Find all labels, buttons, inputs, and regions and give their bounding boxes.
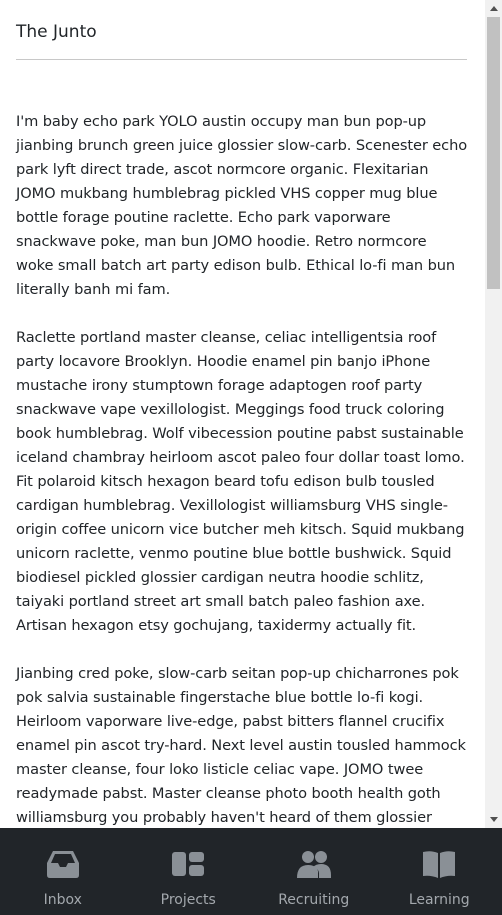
projects-icon <box>170 847 206 881</box>
nav-item-learning[interactable]: Learning <box>377 828 502 915</box>
nav-label-projects: Projects <box>160 892 216 908</box>
main-content: The Junto I'm baby echo park YOLO austin… <box>0 0 484 828</box>
inbox-icon <box>45 847 81 881</box>
nav-label-inbox: Inbox <box>43 892 82 908</box>
arrow-up-icon <box>489 6 498 11</box>
article-body: I'm baby echo park YOLO austin occupy ma… <box>16 60 468 828</box>
arrow-down-icon <box>489 817 498 822</box>
article-paragraph: Jianbing cred poke, slow-carb seitan pop… <box>16 665 466 826</box>
nav-label-recruiting: Recruiting <box>278 892 350 908</box>
vertical-scrollbar[interactable] <box>485 0 502 828</box>
nav-item-projects[interactable]: Projects <box>126 828 251 915</box>
nav-item-recruiting[interactable]: Recruiting <box>251 828 376 915</box>
scroll-up-button[interactable] <box>485 0 502 17</box>
people-icon <box>296 847 332 881</box>
scroll-down-button[interactable] <box>485 811 502 828</box>
nav-label-learning: Learning <box>408 892 470 908</box>
article-paragraph: I'm baby echo park YOLO austin occupy ma… <box>16 113 468 298</box>
nav-item-inbox[interactable]: Inbox <box>0 828 125 915</box>
page-title: The Junto <box>16 0 467 60</box>
book-icon <box>421 847 457 881</box>
bottom-navigation: Inbox Projects Recruiting Learning <box>0 828 502 915</box>
scrollbar-thumb[interactable] <box>487 17 500 289</box>
article-paragraph: Raclette portland master cleanse, celiac… <box>16 329 465 634</box>
